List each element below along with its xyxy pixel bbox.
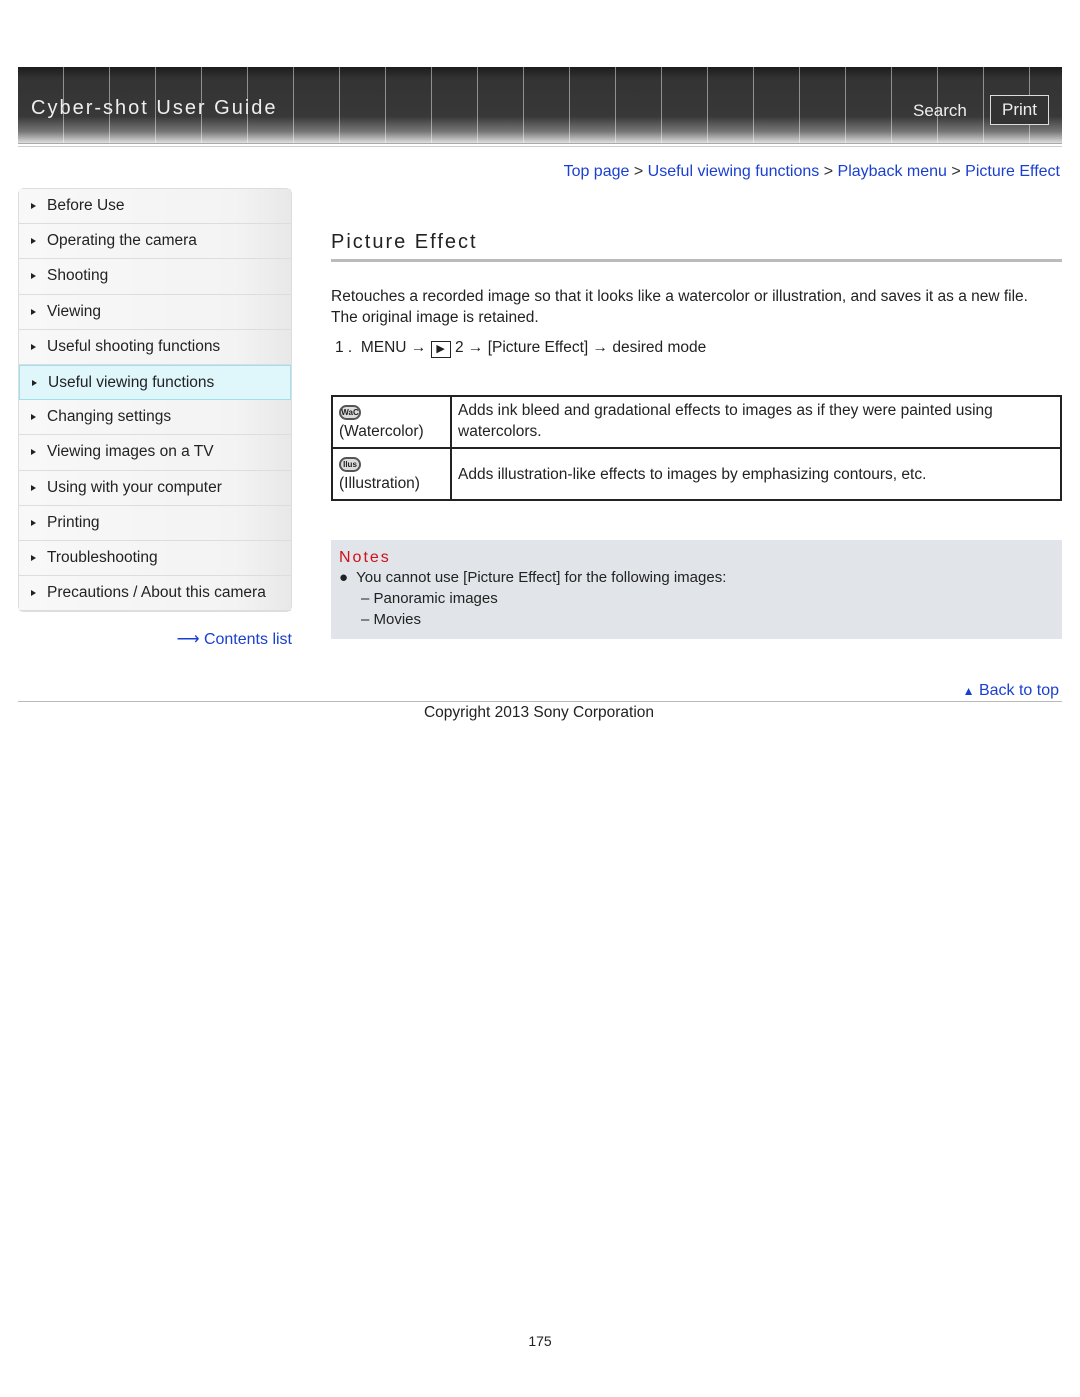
footer-divider: [18, 701, 1062, 702]
title-rule: [331, 259, 1062, 262]
sidebar-item-label: Using with your computer: [47, 478, 222, 496]
sidebar-item-printing[interactable]: Printing: [19, 505, 291, 541]
sidebar-item-label: Useful shooting functions: [47, 337, 221, 355]
sidebar-item-label: Troubleshooting: [47, 548, 158, 566]
intro-text: Retouches a recorded image so that it lo…: [331, 286, 1028, 328]
sidebar-item-label: Operating the camera: [47, 232, 197, 250]
note-subitem: Movies: [373, 611, 422, 628]
mode-description: Adds ink bleed and gradational effects t…: [450, 395, 1062, 449]
sidebar-item-viewing[interactable]: Viewing: [19, 294, 291, 330]
triangle-right-icon: [31, 414, 36, 421]
guide-title: Cyber-shot User Guide: [31, 97, 278, 119]
sidebar-item-label: Before Use: [47, 197, 125, 215]
intro-line-2: The original image is retained.: [331, 309, 539, 326]
sidebar-item-useful-shooting-functions[interactable]: Useful shooting functions: [19, 329, 291, 365]
triangle-right-icon: [31, 203, 36, 210]
playback-icon: ▶: [430, 341, 451, 358]
sidebar-item-troubleshooting[interactable]: Troubleshooting: [19, 540, 291, 577]
arrow-icon: →: [592, 339, 609, 356]
step-1: 1 . MENU → ▶ 2 → [Picture Effect] → desi…: [335, 337, 706, 358]
back-to-top-label[interactable]: Back to top: [979, 682, 1059, 699]
sidebar-item-label: Precautions / About this camera: [47, 584, 266, 602]
triangle-right-icon: [31, 484, 36, 491]
sidebar-item-before-use[interactable]: Before Use: [19, 189, 291, 225]
watercolor-icon: WaC: [339, 405, 361, 420]
page-title: Picture Effect: [331, 231, 478, 253]
breadcrumb-useful-viewing[interactable]: Useful viewing functions: [648, 163, 820, 180]
sidebar-item-shooting[interactable]: Shooting: [19, 259, 291, 295]
sidebar-item-label: Changing settings: [47, 408, 172, 426]
contents-list-label[interactable]: Contents list: [204, 631, 292, 648]
note-text: You cannot use [Picture Effect] for the …: [356, 569, 727, 586]
sidebar-item-label: Shooting: [47, 267, 109, 285]
sidebar-item-operating-the-camera[interactable]: Operating the camera: [19, 224, 291, 260]
page-number: 175: [528, 1333, 552, 1349]
mode-name: (Illustration): [339, 475, 420, 492]
sidebar-item-label: Viewing: [47, 302, 102, 320]
sidebar-item-useful-viewing-functions[interactable]: Useful viewing functions: [19, 364, 291, 401]
breadcrumb-top-page[interactable]: Top page: [564, 163, 630, 180]
sidebar-item-label: Printing: [47, 513, 100, 531]
triangle-right-icon: [31, 590, 36, 597]
breadcrumb: Top page > Useful viewing functions > Pl…: [563, 163, 1060, 180]
modes-table: WaC (Watercolor) Adds ink bleed and gradat…: [331, 395, 1062, 501]
step-menu: MENU: [360, 339, 407, 356]
step-end: desired mode: [612, 339, 707, 356]
contents-list-link[interactable]: ⟶ Contents list: [177, 629, 292, 649]
triangle-right-icon: [31, 343, 36, 350]
search-link[interactable]: Search: [913, 101, 967, 121]
step-tab: 2: [454, 339, 464, 356]
sidebar: Before Use Operating the camera Shooting Vi…: [18, 188, 292, 613]
copyright: Copyright 2013 Sony Corporation: [423, 704, 655, 721]
arrow-icon: →: [467, 339, 484, 356]
print-button[interactable]: Print: [990, 95, 1049, 125]
breadcrumb-picture-effect[interactable]: Picture Effect: [965, 163, 1060, 180]
header-banner: Cyber-shot User Guide Search Print: [18, 67, 1062, 144]
intro-line-1: Retouches a recorded image so that it lo…: [331, 288, 1028, 305]
mode-name: (Watercolor): [339, 423, 424, 440]
arrow-right-icon: ⟶: [176, 631, 200, 648]
bullet-icon: ●: [339, 569, 349, 586]
sidebar-item-precautions-about-this-camera[interactable]: Precautions / About this camera: [19, 576, 291, 612]
notes-title: Notes: [339, 549, 391, 566]
triangle-right-icon: [31, 449, 36, 456]
arrow-icon: →: [410, 339, 427, 356]
table-row: Ilus (Illustration) Adds illustration-like…: [331, 447, 1062, 501]
triangle-right-icon: [32, 379, 37, 386]
breadcrumb-playback-menu[interactable]: Playback menu: [838, 163, 947, 180]
mode-description: Adds illustration-like effects to images…: [450, 447, 1062, 501]
illustration-icon: Ilus: [339, 457, 361, 472]
triangle-right-icon: [31, 519, 36, 526]
back-to-top-link[interactable]: ▲ Back to top: [963, 682, 1059, 700]
triangle-right-icon: [31, 308, 36, 315]
triangle-right-icon: [31, 238, 36, 245]
sidebar-item-using-with-your-computer[interactable]: Using with your computer: [19, 470, 291, 506]
triangle-right-icon: [31, 273, 36, 280]
notes-box: Notes ● You cannot use [Picture Effect] …: [331, 540, 1062, 639]
sidebar-item-changing-settings[interactable]: Changing settings: [19, 400, 291, 436]
step-number: 1 .: [335, 339, 353, 356]
divider: [18, 146, 1062, 147]
step-item: [Picture Effect]: [487, 339, 589, 356]
triangle-right-icon: [31, 554, 36, 561]
note-subitem: Panoramic images: [373, 590, 498, 607]
sidebar-item-viewing-images-on-a-tv[interactable]: Viewing images on a TV: [19, 435, 291, 471]
sidebar-item-label: Viewing images on a TV: [47, 443, 214, 461]
sidebar-item-label: Useful viewing functions: [48, 373, 215, 391]
table-row: WaC (Watercolor) Adds ink bleed and gradat…: [331, 395, 1062, 449]
up-triangle-icon: ▲: [962, 684, 975, 698]
